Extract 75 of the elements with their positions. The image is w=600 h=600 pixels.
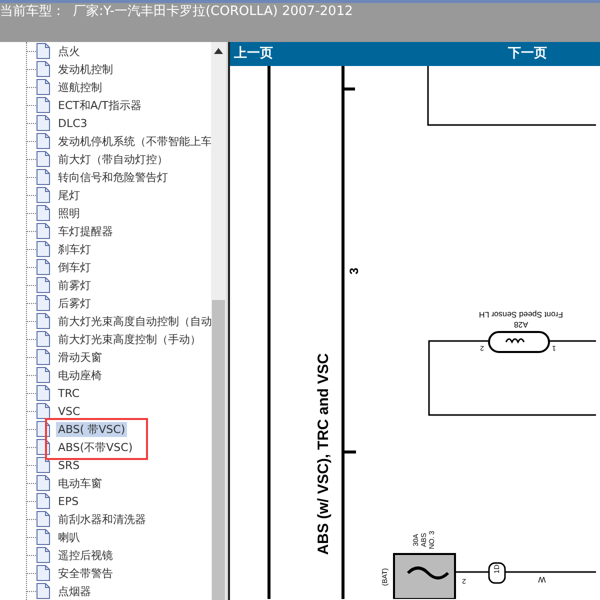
previous-page-button[interactable]: 上一页	[230, 44, 277, 64]
title-value: 厂家:Y-一汽丰田卡罗拉(COROLLA) 2007-2012	[73, 3, 353, 21]
document-icon	[36, 97, 50, 113]
tree-item[interactable]: 前大灯光束高度自动控制（自动	[56, 314, 214, 328]
document-icon	[36, 79, 50, 95]
document-icon	[36, 367, 50, 383]
document-icon	[36, 43, 50, 59]
document-icon	[36, 385, 50, 401]
tree-item[interactable]: 点火	[56, 44, 82, 58]
connector-drawing	[488, 562, 506, 584]
tree-item[interactable]: ABS(不带VSC)	[56, 440, 135, 454]
tree-item[interactable]: 前大灯光束高度控制（手动）	[56, 332, 203, 346]
document-icon	[36, 133, 50, 149]
tree-item[interactable]: 车灯提醒器	[56, 224, 115, 238]
document-icon	[36, 151, 50, 167]
tree-item[interactable]: 点烟器	[56, 584, 93, 598]
document-icon	[36, 493, 50, 509]
document-icon	[36, 547, 50, 563]
tree-item[interactable]: DLC3	[56, 116, 90, 130]
document-icon	[36, 223, 50, 239]
document-icon	[36, 313, 50, 329]
section-number: 3	[347, 268, 361, 274]
tree-item[interactable]: ECT和A/T指示器	[56, 98, 144, 112]
tree-item[interactable]: 倒车灯	[56, 260, 93, 274]
sensor-code-label: A28	[514, 320, 528, 329]
title-label: 当前车型：	[0, 3, 65, 21]
tree-item[interactable]: 后雾灯	[56, 296, 93, 310]
document-icon	[36, 457, 50, 473]
document-icon	[36, 259, 50, 275]
tree-item[interactable]: 前雾灯	[56, 278, 93, 292]
document-icon	[36, 583, 50, 599]
document-icon	[36, 529, 50, 545]
tree-item[interactable]: 电动车窗	[56, 476, 104, 490]
tree-item[interactable]: 电动座椅	[56, 368, 104, 382]
document-icon	[36, 169, 50, 185]
document-icon	[36, 403, 50, 419]
document-icon	[36, 115, 50, 131]
document-icon	[36, 565, 50, 581]
document-icon	[36, 205, 50, 221]
sensor-coil-drawing	[488, 331, 550, 353]
wire-color-label: W	[538, 575, 546, 584]
document-icon	[36, 277, 50, 293]
tree-item[interactable]: 照明	[56, 206, 82, 220]
scrollbar[interactable]	[211, 42, 226, 600]
tree-item[interactable]: 巡航控制	[56, 80, 104, 94]
scrollbar-thumb[interactable]	[212, 300, 225, 600]
diagram-title: ABS (w/ VSC), TRC and VSC	[315, 353, 332, 555]
tree-item[interactable]: 发动机停机系统（不带智能上车	[56, 134, 214, 148]
next-page-button[interactable]: 下一页	[504, 44, 551, 64]
tree-item[interactable]: TRC	[56, 386, 82, 400]
tree-item[interactable]: 转向信号和危险警告灯	[56, 170, 170, 184]
document-icon	[36, 475, 50, 491]
tree-item[interactable]: 前刮水器和清洗器	[56, 512, 148, 526]
tree-item[interactable]: 安全带警告	[56, 566, 115, 580]
document-icon	[36, 511, 50, 527]
fuse-drawing	[393, 553, 456, 599]
document-icon	[36, 241, 50, 257]
tree-item[interactable]: 前大灯（带自动灯控）	[56, 152, 170, 166]
document-icon	[36, 331, 50, 347]
tree-item[interactable]: 喇叭	[56, 530, 82, 544]
tree-item[interactable]: SRS	[56, 458, 82, 472]
tree-item[interactable]: EPS	[56, 494, 81, 508]
tree-item[interactable]: 刹车灯	[56, 242, 93, 256]
tree-item[interactable]: 滑动天窗	[56, 350, 104, 364]
tree-item[interactable]: 尾灯	[56, 188, 82, 202]
document-icon	[36, 349, 50, 365]
scroll-up-icon[interactable]	[214, 48, 223, 54]
tree-item[interactable]: 发动机控制	[56, 62, 115, 76]
document-icon	[36, 295, 50, 311]
tree-item[interactable]: VSC	[56, 404, 82, 418]
document-icon	[36, 187, 50, 203]
document-icon	[36, 61, 50, 77]
tree-item[interactable]: 遥控后视镜	[56, 548, 115, 562]
sensor-name-label: Front Speed Sensor LH	[478, 310, 564, 319]
tree-item[interactable]: ABS( 带VSC)	[56, 422, 128, 436]
